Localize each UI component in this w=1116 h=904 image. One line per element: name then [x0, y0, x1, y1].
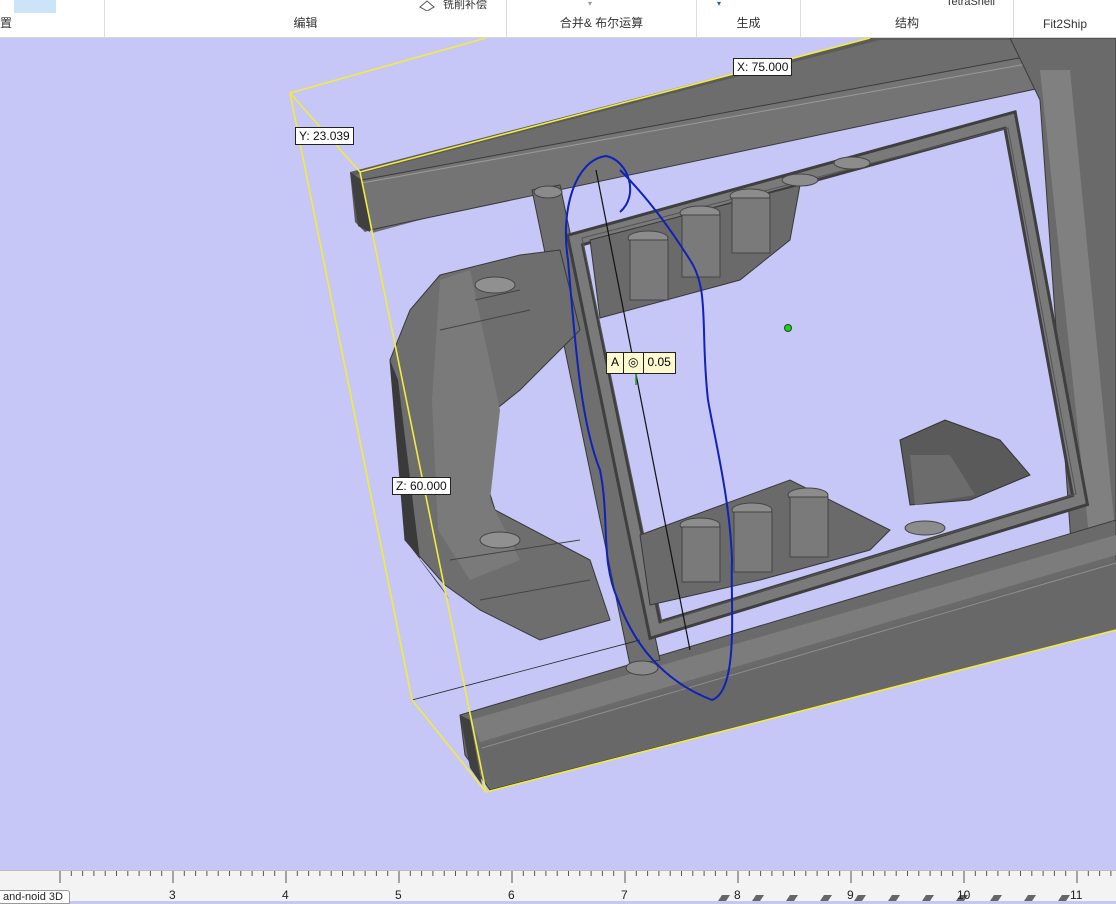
ribbon-group-fit2ship: Fit2Ship — [1014, 0, 1116, 37]
ruler-ticks — [59, 871, 1112, 901]
model-clip-part[interactable] — [899, 419, 1031, 506]
group-label-generate: 生成 — [736, 16, 761, 30]
group-label-boolean: 合并& 布尔运算 — [559, 16, 644, 30]
gdt-feature-control-frame[interactable]: A ◎ 0.05 — [606, 352, 676, 374]
dropdown-arrow-icon[interactable]: ▾ — [588, 0, 592, 8]
ribbon-group-boolean: ▾ 合并& 布尔运算 — [507, 0, 697, 37]
group-label-fit2ship: Fit2Ship — [1042, 17, 1088, 31]
group-label-structure: 结构 — [894, 16, 919, 30]
gdt-datum: A — [607, 353, 625, 373]
ruler-number: 7 — [621, 888, 628, 901]
mill-comp-label[interactable]: 铣削补偿 — [443, 0, 487, 12]
ruler-number: 5 — [395, 888, 402, 901]
ruler-number: 6 — [508, 888, 515, 901]
tetrashell-label[interactable]: TetraShell — [946, 0, 995, 8]
ribbon-group-generate: ▾ 生成 — [697, 0, 801, 37]
3d-viewport[interactable]: X: 75.000 Y: 23.039 Z: 60.000 A ◎ 0.05 — [0, 38, 1116, 870]
ruler-number: 8 — [734, 888, 741, 901]
document-tab[interactable]: and-noid 3D — [0, 890, 70, 904]
dimension-x-label[interactable]: X: 75.000 — [733, 58, 793, 76]
concentricity-icon: ◎ — [624, 353, 644, 373]
gdt-tolerance: 0.05 — [647, 355, 671, 369]
center-point[interactable] — [784, 324, 792, 332]
ruler-number: 3 — [169, 888, 176, 901]
model-scene[interactable] — [0, 38, 1116, 870]
ribbon-group-structure: TetraShell 结构 — [801, 0, 1014, 37]
mill-comp-icon[interactable] — [418, 0, 436, 12]
ruler-number: 10 — [957, 888, 971, 901]
dimension-z-label[interactable]: Z: 60.000 — [392, 477, 451, 495]
ruler-markers — [718, 895, 1070, 901]
dropdown-arrow-icon[interactable]: ▾ — [717, 0, 721, 8]
ruler-number: 11 — [1070, 888, 1083, 901]
ruler-number: 9 — [847, 888, 854, 901]
dimension-y-label[interactable]: Y: 23.039 — [295, 127, 354, 145]
group-label-edit: 编辑 — [293, 16, 318, 30]
ruler-number: 4 — [282, 888, 289, 901]
ribbon-group-settings: 置 — [0, 0, 105, 37]
bottom-ruler: 3 4 5 6 7 8 9 10 11 — [0, 870, 1116, 901]
ribbon-group-edit: 铣削补偿 编辑 — [105, 0, 507, 37]
ribbon-toolbar: 置 铣削补偿 编辑 ▾ 合并& 布尔运算 ▾ 生成 TetraShell 结构 … — [0, 0, 1116, 38]
group-label-settings: 置 — [0, 16, 13, 30]
